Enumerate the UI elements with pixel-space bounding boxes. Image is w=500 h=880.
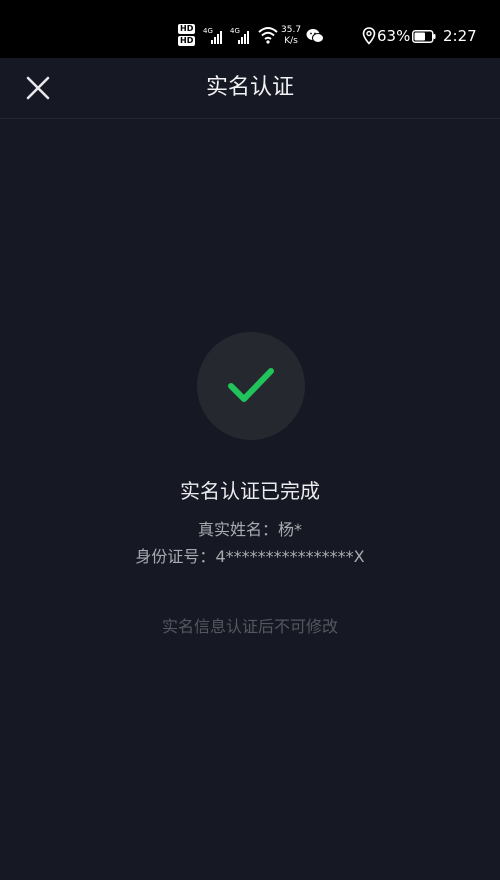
network-speed-unit: K/s [284,36,298,46]
location-icon [362,27,376,45]
screen: HD HD 4G 4G 35.7 K/s 63% 2:27 实名认证 实名认证已… [0,0,500,880]
battery-icon [412,30,436,43]
nav-bar: 实名认证 [0,58,500,119]
network-speed: 35.7 K/s [281,25,301,47]
id-number-label: 身份证号： [135,547,216,566]
hd-badge-1: HD [178,24,196,34]
wifi-icon [258,27,278,44]
id-number-value: 4****************X [215,547,365,566]
real-name-label: 真实姓名： [197,520,278,539]
signal-icon-1: 4G [203,27,225,44]
signal-label-1: 4G [203,27,213,35]
hd-indicators: HD HD [178,24,196,46]
battery-percentage: 63% [377,27,411,45]
status-bar: HD HD 4G 4G 35.7 K/s 63% 2:27 [0,0,500,58]
network-speed-value: 35.7 [281,25,302,35]
success-badge [197,332,305,440]
real-name-value: 杨* [278,520,303,539]
status-time: 2:27 [443,27,477,45]
real-name-line: 真实姓名：杨* [0,519,500,541]
signal-icon-2: 4G [230,27,252,44]
cannot-modify-notice: 实名信息认证后不可修改 [161,617,338,636]
signal-label-2: 4G [230,27,240,35]
id-number-line: 身份证号：4****************X [0,546,500,568]
verification-complete-title: 实名认证已完成 [180,479,320,503]
hd-badge-2: HD [178,36,196,46]
page-title: 实名认证 [205,75,294,100]
check-icon [228,368,274,402]
wechat-icon [306,29,324,43]
